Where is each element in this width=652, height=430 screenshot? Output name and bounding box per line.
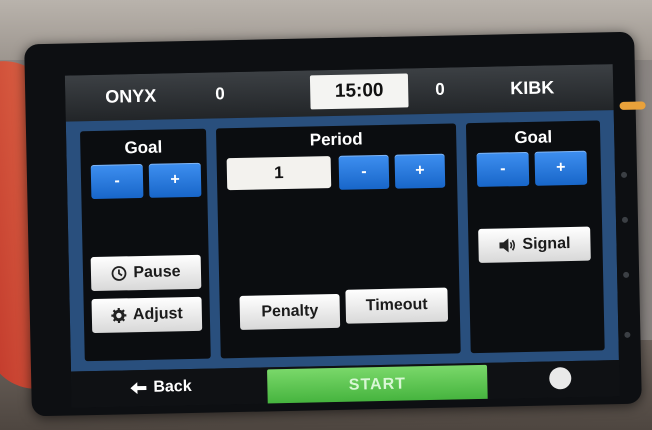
side-button[interactable] xyxy=(620,171,628,178)
home-team-name: ONYX xyxy=(105,85,157,107)
period-title: Period xyxy=(309,129,363,150)
game-clock[interactable]: 15:00 xyxy=(309,73,409,110)
away-team-name: KIBK xyxy=(509,77,555,99)
home-goal-plus-button[interactable]: + xyxy=(148,162,202,198)
period-plus-button[interactable]: + xyxy=(394,153,446,189)
touch-panel-device: CRESTRON ONYX 0 15:00 0 KIBK Goal - + Pa… xyxy=(24,31,646,417)
period-minus-button[interactable]: - xyxy=(338,154,390,190)
home-goal-minus-button[interactable]: - xyxy=(90,163,144,200)
period-panel: Period 1 - + Penalty Timeout xyxy=(215,123,461,359)
signal-label: Signal xyxy=(522,235,571,254)
away-goal-minus-button[interactable]: - xyxy=(476,151,530,187)
adjust-button[interactable]: Adjust xyxy=(91,296,203,334)
penalty-button[interactable]: Penalty xyxy=(239,293,341,330)
back-label: Back xyxy=(153,377,192,396)
clock-icon xyxy=(112,265,127,281)
speaker-icon xyxy=(499,238,516,253)
back-arrow-icon xyxy=(130,381,147,394)
back-button[interactable]: Back xyxy=(129,378,192,397)
home-goal-panel: Goal - + Pause Adjust xyxy=(80,128,211,362)
home-score: 0 xyxy=(215,84,225,104)
home-goal-title: Goal xyxy=(124,137,163,158)
gear-icon xyxy=(111,307,127,323)
signal-button[interactable]: Signal xyxy=(478,226,591,263)
status-led xyxy=(619,101,646,110)
away-goal-plus-button[interactable]: + xyxy=(534,150,588,186)
away-goal-title: Goal xyxy=(514,127,553,148)
start-button[interactable]: START xyxy=(267,364,488,406)
away-score: 0 xyxy=(435,79,445,99)
adjust-label: Adjust xyxy=(132,305,183,324)
timeout-button[interactable]: Timeout xyxy=(345,287,449,324)
pause-button[interactable]: Pause xyxy=(90,254,202,292)
period-value-field[interactable]: 1 xyxy=(226,156,332,191)
side-button[interactable] xyxy=(621,216,629,223)
away-goal-panel: Goal - + Signal xyxy=(465,120,605,354)
touch-screen: ONYX 0 15:00 0 KIBK Goal - + Pause Adjus… xyxy=(64,64,620,408)
pause-label: Pause xyxy=(133,263,181,282)
side-button[interactable] xyxy=(623,271,630,278)
control-frame: Goal - + Pause Adjust Period 1 - + Penal… xyxy=(65,110,619,372)
side-button[interactable] xyxy=(624,331,631,338)
